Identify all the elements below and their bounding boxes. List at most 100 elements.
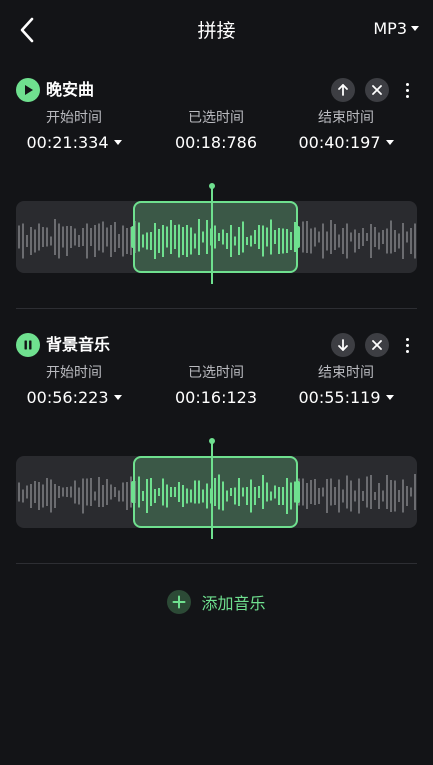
format-value: MP3	[373, 19, 407, 38]
selected-time: 已选时间 00:16:123	[151, 363, 281, 407]
waveform-bar	[18, 482, 20, 502]
waveform-bar	[366, 233, 368, 241]
waveform-bar	[94, 491, 96, 501]
remove-track-button[interactable]	[365, 333, 389, 357]
play-icon	[25, 85, 33, 95]
arrow-down-icon	[338, 339, 348, 351]
waveform-bar	[338, 479, 340, 513]
waveform-bar	[350, 232, 352, 242]
waveform-bar	[54, 219, 56, 255]
waveform-bar	[374, 227, 376, 247]
waveform-bar	[54, 484, 56, 508]
waveform-bar	[98, 223, 100, 251]
waveform-bar	[346, 475, 348, 509]
waveform-bar	[102, 485, 104, 507]
waveform[interactable]	[16, 201, 417, 273]
waveform-bar	[118, 490, 120, 502]
selection-end-handle[interactable]	[296, 481, 300, 503]
waveform-bar	[410, 228, 412, 254]
divider	[16, 563, 417, 564]
end-time-value: 00:55:119	[298, 388, 381, 407]
selection-start-handle[interactable]	[131, 481, 135, 503]
waveform-bar	[406, 486, 408, 506]
waveform-bar	[106, 227, 108, 247]
waveform-bar	[66, 487, 68, 497]
waveform-bar	[330, 220, 332, 254]
waveform-bar	[58, 223, 60, 259]
start-time[interactable]: 开始时间 00:56:223	[9, 363, 139, 407]
waveform-bar	[358, 233, 360, 249]
waveform-bar	[122, 482, 124, 502]
play-button[interactable]	[16, 78, 40, 102]
waveform[interactable]	[16, 456, 417, 528]
waveform-bar	[326, 479, 328, 513]
selection-range[interactable]	[133, 456, 298, 528]
waveform-bar	[102, 221, 104, 253]
add-music-button[interactable]: 添加音乐	[0, 589, 433, 615]
more-icon-dot	[405, 88, 409, 92]
waveform-bar	[18, 225, 20, 249]
track-card: 晚安曲 开始时间 00:21:334 已选时间 00:18:786 结束时间 0…	[0, 76, 433, 286]
waveform-bar	[66, 226, 68, 256]
waveform-bar	[310, 480, 312, 504]
add-music-label: 添加音乐	[201, 594, 266, 613]
waveform-bar	[330, 478, 332, 506]
waveform-bar	[82, 478, 84, 514]
move-down-button[interactable]	[331, 333, 355, 357]
waveform-bar	[34, 481, 36, 503]
selected-time-label: 已选时间	[188, 110, 244, 126]
waveform-bar	[86, 223, 88, 259]
waveform-bar	[370, 475, 372, 509]
waveform-bar	[58, 486, 60, 498]
end-time-value: 00:40:197	[298, 133, 381, 152]
waveform-bar	[126, 228, 128, 254]
selection-end-handle[interactable]	[296, 226, 300, 248]
waveform-bar	[390, 480, 392, 512]
waveform-bar	[370, 224, 372, 258]
waveform-bar	[22, 489, 24, 503]
move-up-button[interactable]	[331, 78, 355, 102]
start-time-value: 00:21:334	[26, 133, 109, 152]
waveform-bar	[314, 479, 316, 505]
playhead[interactable]	[211, 441, 213, 539]
end-time[interactable]: 结束时间 00:55:119	[281, 363, 411, 407]
waveform-bar	[318, 488, 320, 504]
waveform-bar	[346, 223, 348, 259]
track-header: 背景音乐	[16, 331, 417, 359]
more-options-button[interactable]	[401, 78, 413, 102]
waveform-bar	[74, 480, 76, 504]
start-time-label: 开始时间	[46, 110, 102, 126]
caret-down-icon	[385, 140, 394, 145]
waveform-bar	[50, 479, 52, 513]
waveform-bar	[406, 231, 408, 243]
waveform-bar	[358, 478, 360, 514]
selection-range[interactable]	[133, 201, 298, 273]
end-time[interactable]: 结束时间 00:40:197	[281, 108, 411, 152]
more-icon-dot	[405, 343, 409, 347]
close-icon	[372, 85, 382, 95]
waveform-bar	[26, 485, 28, 499]
more-options-button[interactable]	[401, 333, 413, 357]
waveform-bar	[42, 227, 44, 247]
more-icon	[405, 82, 409, 86]
selection-start-handle[interactable]	[131, 226, 135, 248]
waveform-bar	[38, 482, 40, 510]
remove-track-button[interactable]	[365, 78, 389, 102]
start-time[interactable]: 开始时间 00:21:334	[9, 108, 139, 152]
page-title: 拼接	[197, 20, 236, 42]
waveform-bar	[70, 226, 72, 248]
selected-time: 已选时间 00:18:786	[151, 108, 281, 152]
waveform-bar	[398, 490, 400, 502]
waveform-bar	[70, 486, 72, 498]
waveform-bar	[378, 232, 380, 250]
waveform-bar	[126, 482, 128, 510]
divider	[16, 308, 417, 309]
waveform-bar	[310, 228, 312, 254]
format-selector[interactable]: MP3	[373, 19, 419, 38]
pause-button[interactable]	[16, 333, 40, 357]
waveform-bar	[402, 479, 404, 513]
playhead[interactable]	[211, 186, 213, 284]
caret-down-icon	[113, 395, 122, 400]
plus-icon	[167, 590, 192, 614]
more-icon-dot	[405, 94, 409, 98]
